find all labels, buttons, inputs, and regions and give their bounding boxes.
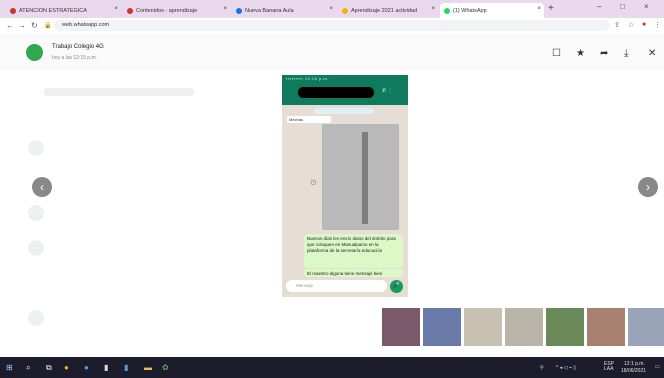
menu-icon[interactable]: ⋮ bbox=[654, 21, 661, 29]
background-avatar bbox=[28, 240, 44, 256]
message-sender: Mechas bbox=[287, 116, 331, 123]
media-thumbnail[interactable] bbox=[423, 308, 461, 346]
language-indicator[interactable]: ESP LAA bbox=[604, 362, 618, 372]
media-image: ▪▪▪▪▪▪▪▪▪ 12:15 p.m. ✆ ⋮ Mechas ⊙ Buenos… bbox=[282, 75, 408, 297]
media-thumbnail[interactable] bbox=[546, 308, 584, 346]
close-tab-icon[interactable]: × bbox=[431, 6, 435, 12]
share-icon[interactable]: ⇪ bbox=[614, 21, 620, 29]
people-icon[interactable]: ⚲ bbox=[540, 365, 544, 371]
phone-status-bar: ▪▪▪▪▪▪▪▪▪ 12:15 p.m. bbox=[286, 76, 329, 81]
task-view-icon[interactable]: ⧉ bbox=[46, 363, 52, 373]
media-thumbnail[interactable] bbox=[464, 308, 502, 346]
photo-subject bbox=[362, 132, 368, 224]
background-avatar bbox=[28, 140, 44, 156]
lock-icon: 🔒 bbox=[44, 23, 52, 29]
address-bar: ← → ↻ 🔒 web.whatsapp.com ⇪ ☆ ● ⋮ bbox=[0, 18, 664, 35]
reload-icon[interactable]: ↻ bbox=[31, 21, 38, 30]
tab-3[interactable]: Nueva Banana Aula × bbox=[232, 3, 336, 18]
media-thumbnail[interactable] bbox=[628, 308, 664, 346]
clock-date[interactable]: 18/06/2021 bbox=[621, 368, 646, 374]
media-thumbnail[interactable] bbox=[587, 308, 625, 346]
url-text: web.whatsapp.com bbox=[62, 22, 110, 28]
url-field[interactable]: web.whatsapp.com bbox=[54, 20, 610, 31]
file-explorer-icon[interactable]: ▮ bbox=[104, 363, 108, 372]
shared-photo bbox=[322, 124, 399, 230]
tab-label: Nueva Banana Aula bbox=[245, 7, 294, 14]
tab-favicon-icon bbox=[10, 7, 16, 14]
background-avatar bbox=[28, 205, 44, 221]
background-banner bbox=[44, 88, 194, 96]
redacted-contact-name bbox=[298, 87, 374, 98]
extension-icon[interactable]: ● bbox=[642, 21, 646, 28]
tray-icons[interactable]: ^ ◂ ◁ ⌁ ▯ bbox=[556, 365, 576, 371]
close-tab-icon[interactable]: × bbox=[223, 6, 227, 12]
tab-label: Contenidos - aprendizaje bbox=[136, 7, 198, 14]
tab-label: ATENCION ESTRATEGICA bbox=[19, 7, 87, 14]
tab-favicon-icon bbox=[127, 7, 133, 14]
tab-2[interactable]: Contenidos - aprendizaje × bbox=[123, 3, 230, 18]
chat-icon[interactable]: ☐ bbox=[552, 48, 561, 59]
bookmark-star-icon[interactable]: ☆ bbox=[628, 21, 634, 29]
taskbar: ⊞ ⌕ ⧉ ● ● ▮ ▮ ▬ ✿ ⚲ ^ ◂ ◁ ⌁ ▯ ESP LAA 12… bbox=[0, 357, 664, 378]
download-icon[interactable]: ⤓ bbox=[624, 48, 628, 59]
forward-arrow-icon[interactable]: ➦ bbox=[600, 48, 608, 59]
new-tab-icon[interactable]: + bbox=[548, 3, 554, 14]
forward-circle-icon: ⊙ bbox=[310, 178, 317, 187]
chrome-icon[interactable]: ● bbox=[64, 363, 69, 372]
previous-media-button[interactable]: ‹ bbox=[32, 177, 52, 197]
tab-4[interactable]: Aprendizaje 2021 actividad × bbox=[338, 3, 438, 18]
tab-strip: ATENCION ESTRATEGICA × Contenidos - apre… bbox=[0, 0, 664, 18]
message-bubble: Buenos días les envío datos del ámbito p… bbox=[304, 234, 403, 268]
message-bubble: El maestro alguna tiene mensaje bien bbox=[304, 269, 403, 277]
close-tab-icon[interactable]: × bbox=[329, 6, 333, 12]
next-media-button[interactable]: › bbox=[638, 177, 658, 197]
media-thumbnail[interactable] bbox=[382, 308, 420, 346]
star-icon[interactable]: ★ bbox=[576, 48, 585, 59]
call-icon: ✆ ⋮ bbox=[382, 88, 393, 94]
edge-icon[interactable]: ● bbox=[84, 363, 89, 372]
close-window-icon[interactable]: × bbox=[644, 2, 649, 11]
notifications-icon[interactable]: ▭ bbox=[655, 364, 660, 370]
maximize-icon[interactable]: □ bbox=[620, 2, 625, 11]
back-icon[interactable]: ← bbox=[6, 21, 14, 30]
media-viewer-header bbox=[0, 34, 664, 70]
store-icon[interactable]: ▮ bbox=[124, 363, 128, 372]
app-icon[interactable]: ✿ bbox=[162, 363, 169, 372]
tab-label: (1) WhatsApp bbox=[453, 7, 487, 14]
microphone-icon: 🎤 bbox=[390, 280, 403, 293]
tab-label: Aprendizaje 2021 actividad bbox=[351, 7, 418, 14]
forward-icon[interactable]: → bbox=[18, 21, 26, 30]
folder-icon[interactable]: ▬ bbox=[144, 363, 152, 372]
whatsapp-favicon-icon bbox=[444, 7, 450, 14]
search-icon[interactable]: ⌕ bbox=[26, 363, 30, 373]
background-avatar bbox=[28, 310, 44, 326]
clock-time[interactable]: 12:1 p.m. bbox=[624, 361, 645, 367]
tab-whatsapp[interactable]: (1) WhatsApp × bbox=[440, 3, 544, 18]
tab-favicon-icon bbox=[236, 7, 242, 14]
date-chip bbox=[314, 108, 374, 114]
chat-date: hoy a las 12:15 p.m. bbox=[52, 55, 98, 61]
message-input: Mensaje bbox=[286, 280, 387, 292]
avatar bbox=[26, 44, 43, 61]
close-icon[interactable]: ✕ bbox=[648, 48, 656, 59]
tab-1[interactable]: ATENCION ESTRATEGICA × bbox=[6, 3, 121, 18]
close-tab-icon[interactable]: × bbox=[537, 6, 541, 12]
minimize-icon[interactable]: – bbox=[597, 2, 601, 11]
windows-start-icon[interactable]: ⊞ bbox=[6, 363, 13, 372]
tab-favicon-icon bbox=[342, 7, 348, 14]
chat-name: Trabajo Colegio 4G bbox=[52, 44, 104, 50]
close-tab-icon[interactable]: × bbox=[114, 6, 118, 12]
media-thumbnail[interactable] bbox=[505, 308, 543, 346]
